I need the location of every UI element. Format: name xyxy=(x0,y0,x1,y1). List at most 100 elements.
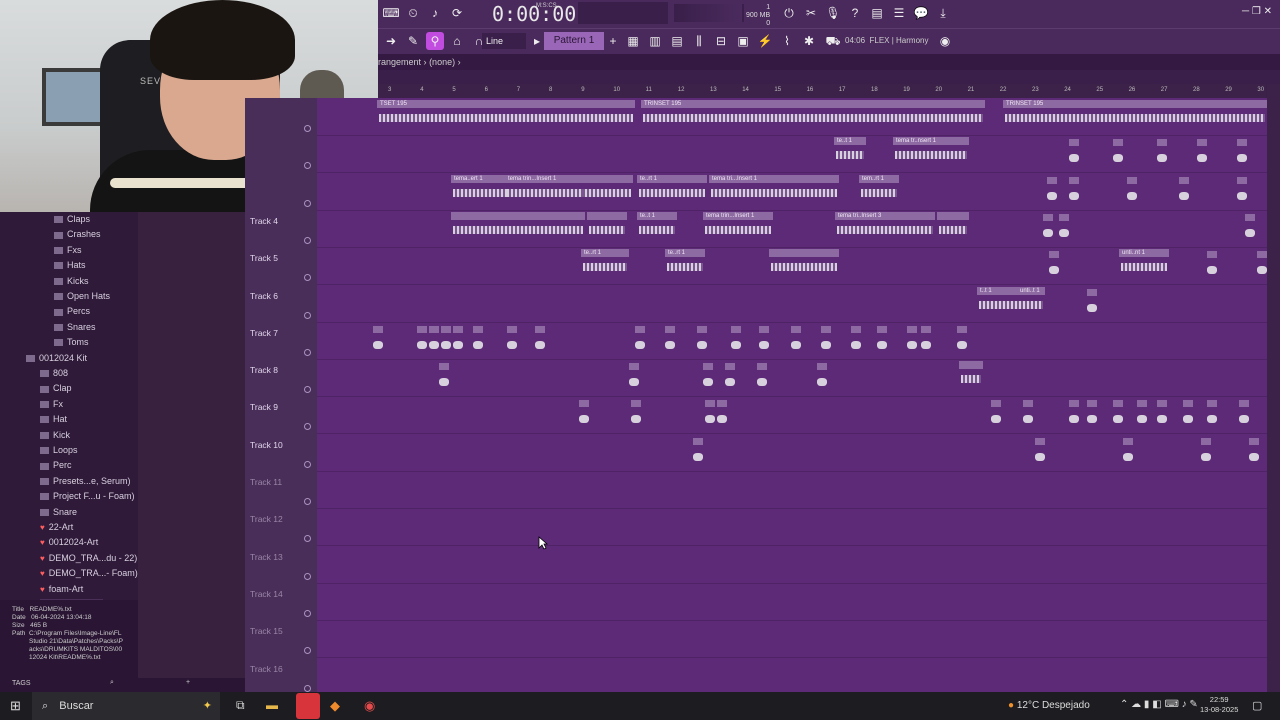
audio-clip[interactable] xyxy=(507,325,517,352)
bug-icon[interactable]: ✱ xyxy=(800,32,818,50)
track-lane[interactable] xyxy=(317,135,1267,174)
track-enable-icon[interactable] xyxy=(304,311,311,319)
browser-item[interactable]: Toms xyxy=(54,337,89,347)
audio-clip[interactable] xyxy=(1127,176,1137,203)
track-enable-icon[interactable] xyxy=(304,684,311,692)
step-edit-icon[interactable]: ♪ xyxy=(426,4,444,22)
help-icon[interactable]: ? xyxy=(846,4,864,22)
audio-clip[interactable] xyxy=(821,325,831,352)
track-label[interactable]: Track 13 xyxy=(250,552,283,562)
audio-clip[interactable]: TRINSET 195 xyxy=(1003,100,1267,130)
notification-icon[interactable]: ▢ xyxy=(1252,699,1262,712)
draw-tool-icon[interactable]: ✎ xyxy=(404,32,422,50)
track-label[interactable]: Track 8 xyxy=(250,365,278,375)
track-lane[interactable] xyxy=(317,546,1267,584)
tempo-icon[interactable]: ⌇ xyxy=(778,32,796,50)
audio-clip[interactable] xyxy=(757,363,767,389)
audio-clip[interactable] xyxy=(441,325,451,352)
audio-clip[interactable] xyxy=(373,325,383,352)
track-label[interactable]: Track 10 xyxy=(250,440,283,450)
audio-clip[interactable] xyxy=(703,363,713,389)
audio-clip[interactable] xyxy=(665,325,675,352)
track-enable-icon[interactable] xyxy=(304,348,311,356)
fl-studio-icon[interactable]: ◆ xyxy=(330,698,340,714)
audio-clip[interactable] xyxy=(1087,288,1097,315)
track-lane[interactable] xyxy=(317,285,1267,323)
audio-clip[interactable] xyxy=(631,400,641,426)
download-icon[interactable]: ⤓ xyxy=(934,4,952,22)
overview-bar[interactable] xyxy=(378,70,1280,84)
browser-item[interactable]: 0012024 Kit xyxy=(26,353,87,363)
track-enable-icon[interactable] xyxy=(304,535,311,543)
audio-clip[interactable] xyxy=(1237,139,1247,165)
task-view-icon[interactable]: ⧉ xyxy=(236,698,245,713)
audio-clip[interactable] xyxy=(417,325,427,352)
chat-icon[interactable]: 💬 xyxy=(912,4,930,22)
audio-clip[interactable]: tema tri..Insert 3 xyxy=(835,211,935,242)
track-enable-icon[interactable] xyxy=(304,460,311,468)
taskbar-search[interactable]: ⌕ Buscar ✦ xyxy=(32,692,220,720)
typing-keyboard-icon[interactable]: ⌨ xyxy=(382,4,400,22)
browser-item[interactable]: Open Hats xyxy=(54,291,110,301)
audio-clip[interactable] xyxy=(769,249,839,279)
browser-item[interactable]: Snare xyxy=(40,507,77,517)
audio-clip[interactable] xyxy=(1069,139,1079,165)
browser-item[interactable]: Hats xyxy=(54,260,86,270)
track-lane[interactable] xyxy=(317,359,1267,398)
channel-rack-icon[interactable]: ▤ xyxy=(668,32,686,50)
audio-clip[interactable] xyxy=(717,400,727,426)
audio-clip[interactable] xyxy=(1047,176,1057,203)
track-enable-icon[interactable] xyxy=(304,386,311,394)
audio-clip[interactable] xyxy=(1113,139,1123,165)
audio-clip[interactable] xyxy=(791,325,801,352)
pattern-selector[interactable]: Pattern 1 xyxy=(544,32,604,50)
audio-clip[interactable] xyxy=(1123,437,1133,464)
recording-app-icon[interactable] xyxy=(296,693,320,719)
audio-clip[interactable] xyxy=(1179,176,1189,203)
cut-icon[interactable]: ✂ xyxy=(802,4,820,22)
browser-item[interactable]: Percs xyxy=(54,306,90,316)
track-label[interactable]: Track 16 xyxy=(250,664,283,674)
browser-item[interactable]: Project F...u - Foam) xyxy=(40,491,135,501)
browser-item[interactable]: ♥ DEMO_TRA...du - 22) xyxy=(40,553,137,563)
save-icon[interactable]: ▤ xyxy=(868,4,886,22)
browser-item[interactable]: ♥ DEMO_TRA...- Foam) xyxy=(40,568,138,578)
audio-clip[interactable] xyxy=(1201,437,1211,464)
audio-clip[interactable] xyxy=(1237,176,1247,203)
track-lane[interactable] xyxy=(317,658,1267,696)
track-label[interactable]: Track 9 xyxy=(250,402,278,412)
file-explorer-icon[interactable]: ▬ xyxy=(266,698,278,712)
panic-icon[interactable]: ⏻ xyxy=(780,4,798,22)
audio-clip[interactable] xyxy=(453,325,463,352)
browser-item[interactable]: ♥ foam-Art xyxy=(40,584,83,594)
track-lane[interactable] xyxy=(317,583,1267,621)
tags-bar[interactable]: TAGS ⌕ + xyxy=(0,678,245,692)
playlist-icon[interactable]: ▦ xyxy=(624,32,642,50)
audio-clip[interactable] xyxy=(1157,400,1167,426)
audio-clip[interactable]: tema trin...Insert 1 xyxy=(703,211,773,242)
audio-clip[interactable] xyxy=(1069,176,1079,203)
arrangement-select[interactable]: (none) xyxy=(429,57,455,67)
cart-icon[interactable]: ⛟ xyxy=(824,32,842,50)
track-enable-icon[interactable] xyxy=(304,274,311,282)
audio-clip[interactable] xyxy=(705,400,715,426)
magnet-icon[interactable]: ⚲ xyxy=(426,32,444,50)
audio-clip[interactable] xyxy=(535,325,545,352)
audio-clip[interactable] xyxy=(451,211,585,242)
audio-clip[interactable] xyxy=(1207,251,1217,277)
countdown-icon[interactable]: ⏲ xyxy=(404,4,422,22)
windows-start-icon[interactable]: ⊞ xyxy=(10,698,21,714)
browser-item[interactable]: Crashes xyxy=(54,229,101,239)
browser-item[interactable]: Presets...e, Serum) xyxy=(40,476,131,486)
audio-clip[interactable] xyxy=(1069,400,1079,426)
audio-clip[interactable] xyxy=(1137,400,1147,426)
audio-clip[interactable] xyxy=(587,211,627,242)
audio-clip[interactable] xyxy=(957,325,967,352)
audio-clip[interactable]: te..t 1 xyxy=(834,137,866,167)
piano-roll-icon[interactable]: ▥ xyxy=(646,32,664,50)
audio-clip[interactable]: tem..rt 1 xyxy=(859,174,899,205)
browser-item[interactable]: Loops xyxy=(40,445,78,455)
track-label[interactable]: Track 5 xyxy=(250,253,278,263)
audio-clip[interactable] xyxy=(429,325,439,352)
audio-clip[interactable] xyxy=(731,325,741,352)
